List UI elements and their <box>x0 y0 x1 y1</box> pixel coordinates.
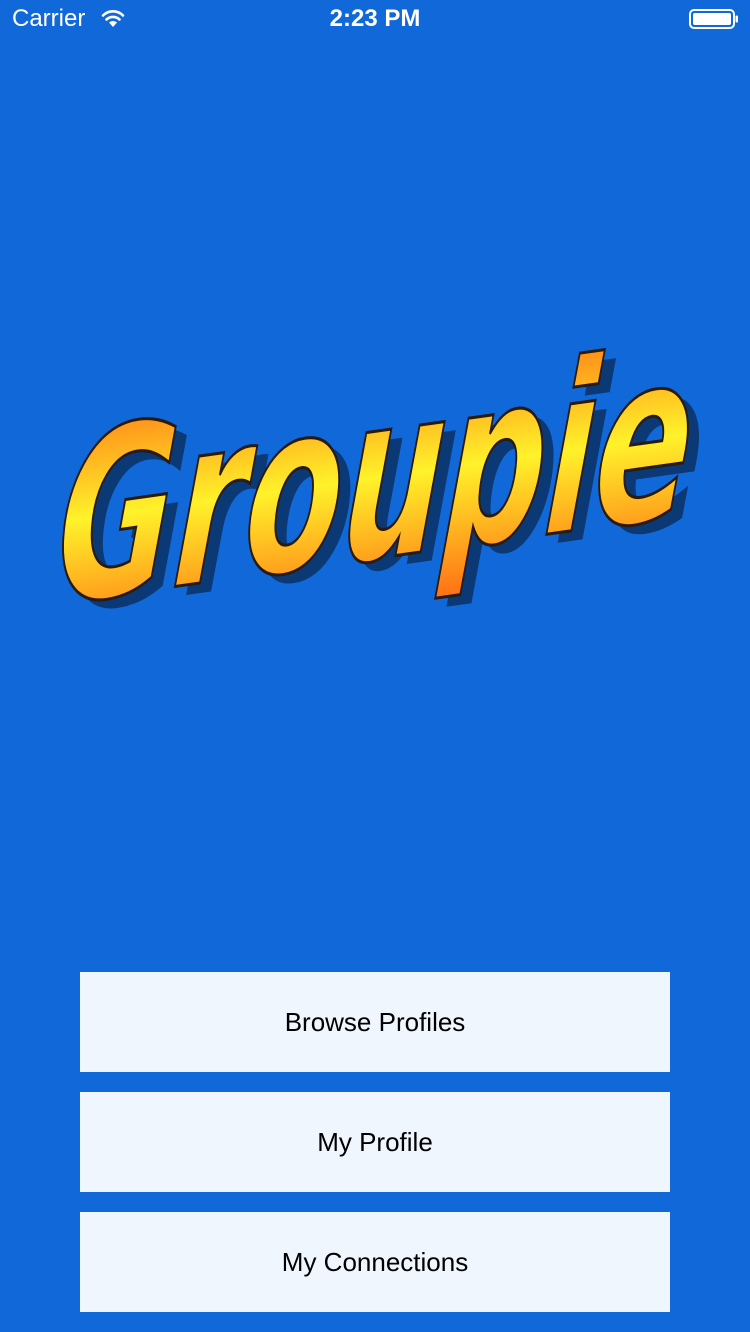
status-bar: Carrier 2:23 PM <box>0 0 750 40</box>
my-connections-button[interactable]: My Connections <box>80 1212 670 1312</box>
logo-text: Groupie <box>50 300 703 659</box>
clock: 2:23 PM <box>329 5 421 32</box>
battery-full-icon <box>689 9 738 29</box>
browse-profiles-button[interactable]: Browse Profiles <box>80 972 670 1072</box>
my-profile-button[interactable]: My Profile <box>80 1092 670 1192</box>
main-menu: Browse Profiles My Profile My Connection… <box>80 972 670 1332</box>
groupie-logo: Groupie Groupie <box>48 300 714 668</box>
